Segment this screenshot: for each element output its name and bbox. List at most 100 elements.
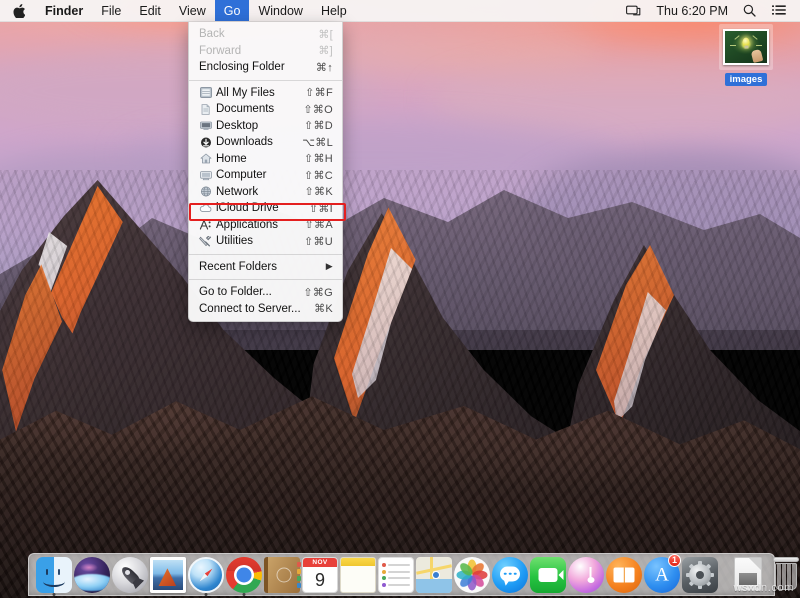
menu-item-shortcut: ⇧⌘H: [304, 152, 333, 165]
menu-item-shortcut: ⇧⌘F: [305, 86, 333, 99]
menu-window[interactable]: Window: [249, 0, 311, 21]
menu-item-shortcut: ⌘↑: [316, 61, 333, 74]
menu-item-shortcut: ⇧⌘K: [305, 185, 333, 198]
menu-item-enclosing-folder[interactable]: Enclosing Folder ⌘↑: [189, 59, 342, 76]
calendar-month: NOV: [303, 558, 337, 567]
dock-item-maps[interactable]: [416, 555, 452, 593]
dock: NOV 9: [28, 553, 775, 596]
menu-view[interactable]: View: [170, 0, 215, 21]
dock-item-reminders[interactable]: [378, 555, 414, 593]
go-menu-dropdown: Back ⌘[ Forward ⌘] Enclosing Folder ⌘↑ A…: [188, 22, 343, 322]
menu-item-applications[interactable]: Applications ⇧⌘A: [189, 217, 342, 234]
hand-icon: [751, 49, 764, 63]
dock-item-system-preferences[interactable]: [682, 555, 718, 593]
dock-item-siri[interactable]: [74, 555, 110, 593]
menu-item-network[interactable]: Network ⇧⌘K: [189, 184, 342, 201]
menu-finder[interactable]: Finder: [36, 0, 92, 21]
menu-edit[interactable]: Edit: [130, 0, 170, 21]
dock-item-photos-preview[interactable]: [150, 555, 186, 593]
menu-item-label: Go to Folder...: [199, 286, 295, 298]
dock-item-itunes[interactable]: [568, 555, 604, 593]
notification-center-icon[interactable]: [764, 0, 794, 21]
menu-item-label: Documents: [216, 103, 295, 115]
menu-file[interactable]: File: [92, 0, 130, 21]
dock-item-messages[interactable]: [492, 555, 528, 593]
menu-item-desktop[interactable]: Desktop ⇧⌘D: [189, 118, 342, 135]
messages-icon: [492, 557, 528, 593]
safari-icon: [188, 557, 224, 593]
menu-item-label: Computer: [216, 169, 296, 181]
map-pin-icon: [432, 571, 440, 579]
menu-bar-app-menus: Finder File Edit View Go Window Help: [0, 0, 356, 21]
menu-item-icloud-drive[interactable]: iCloud Drive ⇧⌘I: [189, 200, 342, 217]
maps-icon: [416, 557, 452, 593]
gear-icon: [689, 564, 711, 586]
spotlight-search-icon[interactable]: [735, 0, 764, 21]
menu-item-go-to-folder[interactable]: Go to Folder... ⇧⌘G: [189, 284, 342, 301]
book-icon: [614, 568, 635, 583]
menu-item-documents[interactable]: Documents ⇧⌘O: [189, 101, 342, 118]
dock-item-launchpad[interactable]: [112, 555, 148, 593]
ibooks-icon: [606, 557, 642, 593]
menu-item-connect-to-server[interactable]: Connect to Server... ⌘K: [189, 301, 342, 318]
launchpad-icon: [112, 557, 148, 593]
menu-item-all-my-files[interactable]: All My Files ⇧⌘F: [189, 85, 342, 102]
menu-item-label: Utilities: [216, 235, 296, 247]
dock-item-app-store[interactable]: A 1: [644, 555, 680, 593]
menu-item-utilities[interactable]: Utilities ⇧⌘U: [189, 233, 342, 250]
menu-item-computer[interactable]: Computer ⇧⌘C: [189, 167, 342, 184]
desktop-wallpaper[interactable]: [0, 0, 800, 598]
menu-item-label: Connect to Server...: [199, 303, 306, 315]
menu-item-home[interactable]: Home ⇧⌘H: [189, 151, 342, 168]
calendar-icon: NOV 9: [302, 557, 338, 593]
desktop-icon: [199, 120, 212, 132]
menu-item-label: Desktop: [216, 120, 296, 132]
desktop-file-images[interactable]: images: [718, 24, 774, 92]
computer-icon: [199, 169, 212, 181]
finder-icon: [36, 557, 72, 593]
notes-icon: [340, 557, 376, 593]
image-file-icon: [719, 24, 773, 70]
menu-item-shortcut: ⇧⌘U: [304, 235, 333, 248]
menu-go[interactable]: Go: [215, 0, 250, 21]
dock-item-contacts[interactable]: [264, 555, 300, 593]
documents-folder-icon: [199, 103, 212, 115]
reminders-icon: [378, 557, 414, 593]
video-camera-icon: [539, 568, 558, 582]
submenu-arrow-icon: ▶: [326, 261, 333, 272]
applications-icon: [199, 219, 212, 231]
dock-item-calendar[interactable]: NOV 9: [302, 555, 338, 593]
facetime-icon: [530, 557, 566, 593]
menu-separator: [189, 279, 342, 280]
menu-help[interactable]: Help: [312, 0, 356, 21]
menu-item-shortcut: ⇧⌘O: [303, 103, 333, 116]
menu-item-label: Back: [199, 28, 310, 40]
chrome-icon: [226, 557, 262, 593]
dock-item-facetime[interactable]: [530, 555, 566, 593]
menu-item-label: iCloud Drive: [216, 202, 301, 214]
dock-item-safari[interactable]: [188, 555, 224, 593]
menu-item-shortcut: ⇧⌘G: [303, 286, 333, 299]
siri-icon: [74, 557, 110, 593]
dock-item-finder[interactable]: [36, 555, 72, 593]
dock-item-ibooks[interactable]: [606, 555, 642, 593]
file-thumbnail: [723, 29, 769, 65]
menu-item-recent-folders[interactable]: Recent Folders ▶: [189, 259, 342, 276]
dock-item-notes[interactable]: [340, 555, 376, 593]
home-icon: [199, 153, 212, 165]
photos-flower-icon: [454, 557, 490, 593]
menu-bar: Finder File Edit View Go Window Help Thu…: [0, 0, 800, 22]
running-indicator: [205, 593, 208, 596]
app-store-badge: 1: [668, 554, 681, 567]
dock-item-photos[interactable]: [454, 555, 490, 593]
airplay-display-icon[interactable]: [618, 0, 649, 21]
menu-item-downloads[interactable]: Downloads ⌥⌘L: [189, 134, 342, 151]
icloud-drive-icon: [199, 202, 212, 214]
apple-logo-icon[interactable]: [0, 0, 36, 21]
menu-item-back: Back ⌘[: [189, 26, 342, 43]
lightbulb-icon: [743, 37, 750, 46]
itunes-icon: [568, 557, 604, 593]
dock-item-chrome[interactable]: [226, 555, 262, 593]
menu-bar-clock[interactable]: Thu 6:20 PM: [649, 4, 735, 18]
contacts-icon: [264, 557, 300, 593]
